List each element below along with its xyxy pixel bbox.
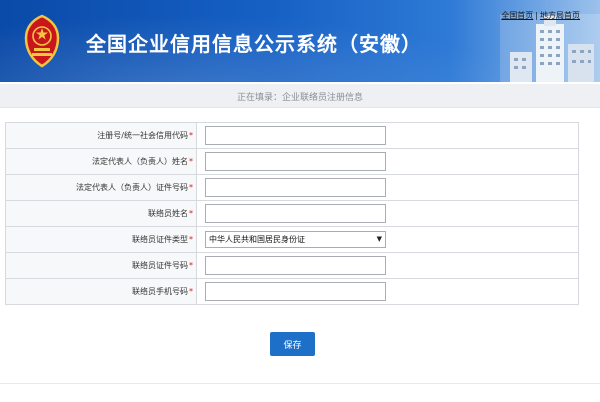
form-row-legal-rep-id: 法定代表人（负责人）证件号码* bbox=[5, 174, 579, 201]
field-label: 联络员证件类型 bbox=[132, 235, 188, 244]
liaison-name-input[interactable] bbox=[205, 204, 386, 223]
top-links: 全国首页 | 地方局首页 bbox=[501, 10, 580, 21]
liaison-id-type-select[interactable]: 中华人民共和国居民身份证 ▼ bbox=[205, 231, 386, 248]
local-home-link[interactable]: 地方局首页 bbox=[540, 11, 580, 20]
link-separator: | bbox=[535, 11, 538, 20]
liaison-id-no-input[interactable] bbox=[205, 256, 386, 275]
form-row-liaison-mobile: 联络员手机号码* bbox=[5, 278, 579, 305]
liaison-mobile-label: 联络员手机号码* bbox=[5, 278, 197, 305]
legal-rep-id-input[interactable] bbox=[205, 178, 386, 197]
legal-rep-name-label: 法定代表人（负责人）姓名* bbox=[5, 148, 197, 175]
registration-form: 注册号/统一社会信用代码* 法定代表人（负责人）姓名* 法定代表人（负责人）证件… bbox=[5, 122, 579, 305]
national-home-link[interactable]: 全国首页 bbox=[501, 11, 533, 20]
footer-divider bbox=[0, 383, 600, 384]
form-row-liaison-id-no: 联络员证件号码* bbox=[5, 252, 579, 279]
required-mark: * bbox=[189, 183, 193, 192]
select-value: 中华人民共和国居民身份证 bbox=[209, 235, 305, 244]
dropdown-arrow-icon: ▼ bbox=[376, 235, 382, 243]
field-label: 法定代表人（负责人）证件号码 bbox=[76, 183, 188, 192]
field-label: 注册号/统一社会信用代码 bbox=[97, 131, 188, 140]
system-title: 全国企业信用信息公示系统（安徽） bbox=[86, 32, 422, 56]
breadcrumb-bar: 正在填录：企业联络员注册信息 bbox=[0, 84, 600, 108]
liaison-mobile-input[interactable] bbox=[205, 282, 386, 301]
liaison-name-label: 联络员姓名* bbox=[5, 200, 197, 227]
form-row-legal-rep-name: 法定代表人（负责人）姓名* bbox=[5, 148, 579, 175]
form-row-registration-no: 注册号/统一社会信用代码* bbox=[5, 122, 579, 149]
liaison-id-no-label: 联络员证件号码* bbox=[5, 252, 197, 279]
form-row-liaison-name: 联络员姓名* bbox=[5, 200, 579, 227]
field-label: 联络员姓名 bbox=[148, 209, 188, 218]
required-mark: * bbox=[189, 131, 193, 140]
form-row-liaison-id-type: 联络员证件类型* 中华人民共和国居民身份证 ▼ bbox=[5, 226, 579, 253]
liaison-id-type-label: 联络员证件类型* bbox=[5, 226, 197, 253]
breadcrumb: 正在填录：企业联络员注册信息 bbox=[236, 93, 363, 103]
save-button[interactable]: 保存 bbox=[270, 332, 315, 356]
national-emblem-icon bbox=[24, 14, 60, 68]
field-label: 法定代表人（负责人）姓名 bbox=[92, 157, 188, 166]
required-mark: * bbox=[189, 157, 193, 166]
field-label: 联络员手机号码 bbox=[132, 287, 188, 296]
registration-no-label: 注册号/统一社会信用代码* bbox=[5, 122, 197, 149]
required-mark: * bbox=[189, 261, 193, 270]
required-mark: * bbox=[189, 209, 193, 218]
registration-no-input[interactable] bbox=[205, 126, 386, 145]
legal-rep-name-input[interactable] bbox=[205, 152, 386, 171]
legal-rep-id-label: 法定代表人（负责人）证件号码* bbox=[5, 174, 197, 201]
building-photo bbox=[500, 14, 600, 82]
field-label: 联络员证件号码 bbox=[132, 261, 188, 270]
required-mark: * bbox=[189, 235, 193, 244]
required-mark: * bbox=[189, 287, 193, 296]
header-banner: 全国企业信用信息公示系统（安徽） 全国首页 | 地方局首页 bbox=[0, 0, 600, 82]
